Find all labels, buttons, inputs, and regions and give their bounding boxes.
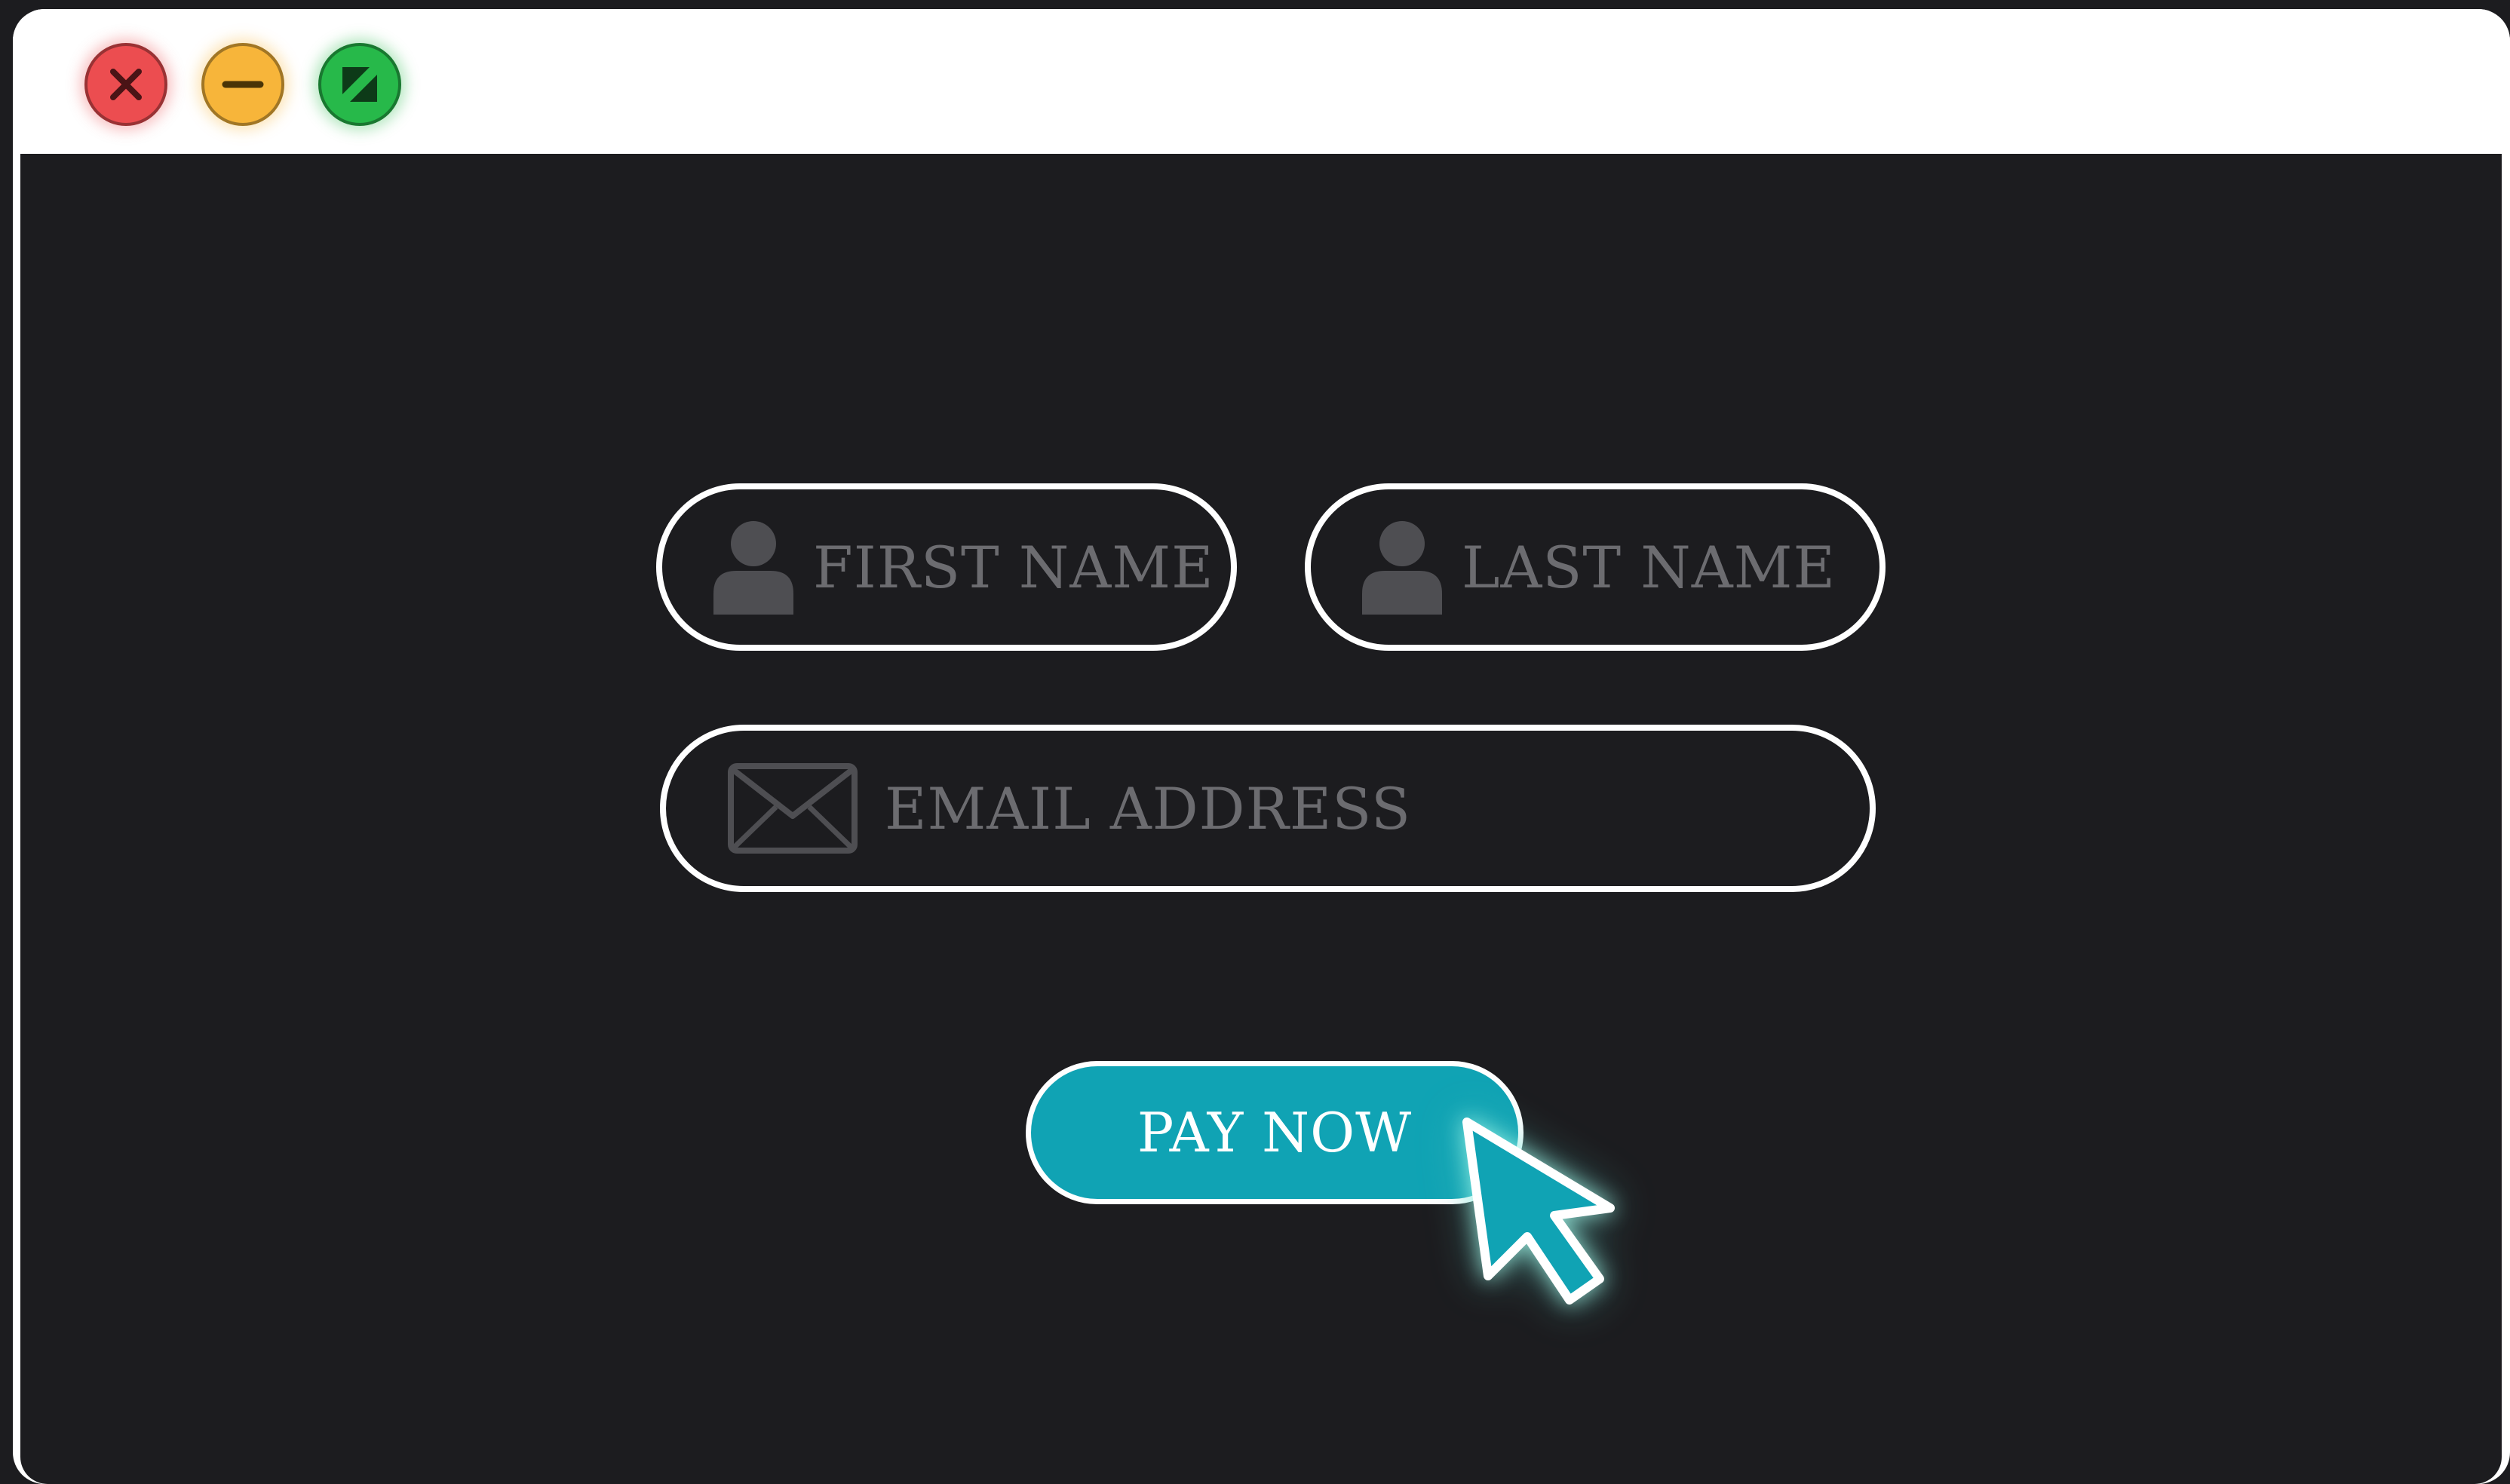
first-name-placeholder: FIRST NAME <box>813 533 1214 601</box>
envelope-icon <box>728 763 858 854</box>
close-button[interactable] <box>84 43 167 126</box>
minimize-button[interactable] <box>201 43 284 126</box>
pay-now-button[interactable]: PAY NOW <box>1026 1061 1523 1204</box>
email-field[interactable]: EMAIL ADDRESS <box>660 725 1876 892</box>
content-area: FIRST NAME LAST NAME EMAIL ADDRESS PAY N… <box>20 154 2502 1484</box>
user-icon <box>1362 520 1442 615</box>
close-x-icon <box>110 69 142 100</box>
last-name-placeholder: LAST NAME <box>1462 533 1836 601</box>
first-name-field[interactable]: FIRST NAME <box>656 483 1237 651</box>
minus-icon <box>222 81 264 88</box>
expand-arrow-icon <box>342 67 377 102</box>
user-icon <box>713 520 793 615</box>
title-bar <box>13 9 2510 154</box>
last-name-field[interactable]: LAST NAME <box>1305 483 1886 651</box>
email-placeholder: EMAIL ADDRESS <box>885 774 1412 842</box>
maximize-button[interactable] <box>318 43 401 126</box>
app-window: FIRST NAME LAST NAME EMAIL ADDRESS PAY N… <box>13 9 2510 1484</box>
pointer-cursor-icon <box>1462 1118 1615 1305</box>
